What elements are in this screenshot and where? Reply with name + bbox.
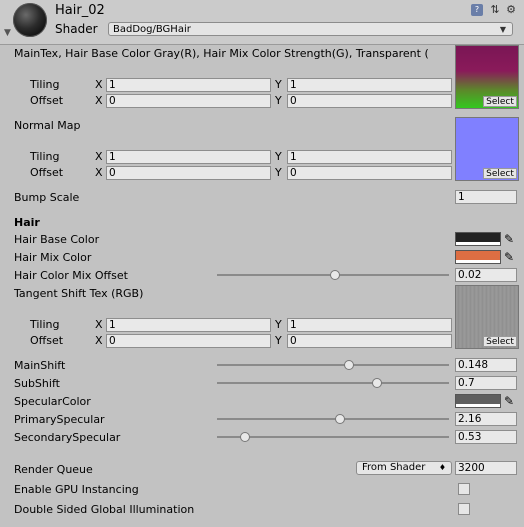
y-label: Y [275, 94, 282, 107]
slider-label: SecondarySpecular [14, 431, 121, 444]
subshift-slider-thumb[interactable] [372, 378, 383, 388]
eyedropper-icon[interactable]: ✎ [504, 394, 514, 408]
x-label: X [95, 334, 103, 347]
gear-icon[interactable]: ⚙ [505, 4, 517, 16]
eyedropper-icon[interactable]: ✎ [504, 232, 514, 246]
mainshift-field[interactable]: 0.148 [455, 358, 517, 372]
x-label: X [95, 150, 103, 163]
inspector-header: ▼ Hair_02 Shader BadDog/BGHair ▼ ? ⇅ ⚙ [0, 0, 524, 45]
normal-map-thumbnail[interactable]: Select [455, 117, 519, 181]
gpu-instancing-label: Enable GPU Instancing [14, 483, 139, 496]
tangent-shift-label: Tangent Shift Tex (RGB) [14, 287, 144, 300]
render-queue-field[interactable]: 3200 [455, 461, 517, 475]
shader-value: BadDog/BGHair [113, 24, 191, 35]
double-sided-gi-label: Double Sided Global Illumination [14, 503, 195, 516]
hair-mix-color-swatch[interactable] [455, 250, 501, 264]
tangent-tiling-x[interactable]: 1 [106, 318, 271, 332]
primary-specular-slider-thumb[interactable] [334, 414, 345, 424]
normal-tiling-y[interactable]: 1 [287, 150, 452, 164]
primary-specular-field[interactable]: 2.16 [455, 412, 517, 426]
hair-section-header: Hair [14, 216, 40, 229]
maintex-offset-y[interactable]: 0 [287, 94, 452, 108]
tangent-offset-label: Offset [30, 334, 64, 347]
y-label: Y [275, 166, 282, 179]
tangent-offset-x[interactable]: 0 [106, 334, 271, 348]
mainshift-slider-track[interactable] [217, 364, 449, 366]
subshift-slider-track[interactable] [217, 382, 449, 384]
secondary-specular-slider-track[interactable] [217, 436, 449, 438]
slider-label: MainShift [14, 359, 66, 372]
normal-offset-label: Offset [30, 166, 64, 179]
x-label: X [95, 166, 103, 179]
hair-mix-offset-slider-thumb[interactable] [330, 270, 341, 280]
double-sided-gi-checkbox[interactable] [458, 503, 470, 515]
tangent-offset-y[interactable]: 0 [287, 334, 452, 348]
normal-offset-x[interactable]: 0 [106, 166, 271, 180]
y-label: Y [275, 318, 282, 331]
x-label: X [95, 318, 103, 331]
maintex-tiling-x[interactable]: 1 [106, 78, 271, 92]
shader-dropdown[interactable]: BadDog/BGHair ▼ [108, 22, 513, 36]
material-preview-sphere [13, 3, 47, 37]
hair-base-color-label: Hair Base Color [14, 233, 100, 246]
render-queue-label: Render Queue [14, 463, 93, 476]
hair-mix-offset-field[interactable]: 0.02 [455, 268, 517, 282]
eyedropper-icon[interactable]: ✎ [504, 250, 514, 264]
preset-icon[interactable]: ⇅ [489, 4, 501, 16]
x-label: X [95, 94, 103, 107]
maintex-select-button[interactable]: Select [483, 96, 517, 107]
mainshift-slider-thumb[interactable] [344, 360, 355, 370]
maintex-offset-x[interactable]: 0 [106, 94, 271, 108]
dropdown-arrow-icon: ▼ [499, 25, 506, 34]
render-queue-mode: From Shader [362, 462, 426, 473]
y-label: Y [275, 334, 282, 347]
secondary-specular-slider-thumb[interactable] [239, 432, 250, 442]
x-label: X [95, 78, 103, 91]
specular-color-swatch[interactable] [455, 394, 501, 408]
slider-label: SubShift [14, 377, 60, 390]
tangent-select-button[interactable]: Select [483, 336, 517, 347]
tangent-tiling-y[interactable]: 1 [287, 318, 452, 332]
gpu-instancing-checkbox[interactable] [458, 483, 470, 495]
slider-label: PrimarySpecular [14, 413, 105, 426]
normal-map-label: Normal Map [14, 119, 81, 132]
hair-base-color-swatch[interactable] [455, 232, 501, 246]
secondary-specular-field[interactable]: 0.53 [455, 430, 517, 444]
maintex-tiling-label: Tiling [30, 78, 60, 91]
maintex-offset-label: Offset [30, 94, 64, 107]
bump-scale-field[interactable]: 1 [455, 190, 517, 204]
bump-scale-label: Bump Scale [14, 191, 80, 204]
foldout-arrow-icon[interactable]: ▼ [4, 28, 11, 38]
hair-mix-color-label: Hair Mix Color [14, 251, 92, 264]
render-queue-dropdown[interactable]: From Shader ♦ [356, 461, 452, 475]
maintex-tiling-y[interactable]: 1 [287, 78, 452, 92]
normal-tiling-label: Tiling [30, 150, 60, 163]
maintex-thumbnail[interactable]: Select [455, 45, 519, 109]
updown-arrow-icon: ♦ [438, 463, 446, 472]
y-label: Y [275, 150, 282, 163]
subshift-field[interactable]: 0.7 [455, 376, 517, 390]
hair-mix-offset-label: Hair Color Mix Offset [14, 269, 128, 282]
primary-specular-slider-track[interactable] [217, 418, 449, 420]
normal-offset-y[interactable]: 0 [287, 166, 452, 180]
normal-tiling-x[interactable]: 1 [106, 150, 271, 164]
tangent-tiling-label: Tiling [30, 318, 60, 331]
shader-label: Shader [55, 22, 98, 36]
normal-select-button[interactable]: Select [483, 168, 517, 179]
help-book-icon[interactable]: ? [471, 4, 483, 16]
material-title: Hair_02 [55, 3, 105, 18]
y-label: Y [275, 78, 282, 91]
tangent-shift-thumbnail[interactable]: Select [455, 285, 519, 349]
specular-color-label: SpecularColor [14, 395, 91, 408]
maintex-label: MainTex, Hair Base Color Gray(R), Hair M… [14, 47, 429, 60]
